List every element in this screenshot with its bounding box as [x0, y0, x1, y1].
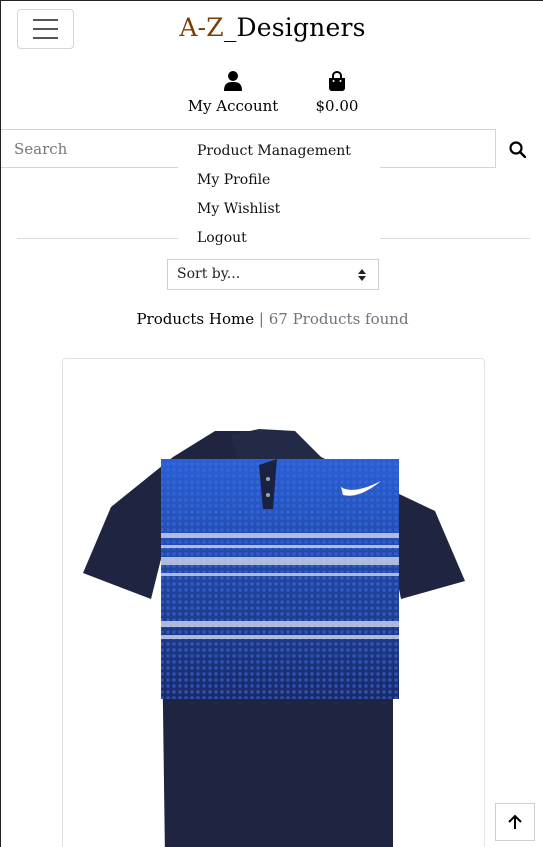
- product-card[interactable]: [62, 358, 485, 847]
- page: A-Z_Designers My Account $0.00 Product M…: [0, 0, 543, 847]
- search-icon: [508, 140, 526, 158]
- results-summary: Products Home | 67 Products found: [1, 310, 543, 328]
- brand-logo[interactable]: A-Z_Designers: [1, 13, 543, 42]
- shopping-bag-link[interactable]: $0.00: [313, 71, 361, 115]
- results-separator: |: [258, 310, 264, 328]
- my-account-label: My Account: [187, 97, 279, 115]
- back-to-top-button[interactable]: [495, 803, 535, 841]
- sort-select[interactable]: Sort by...: [167, 259, 379, 290]
- my-account-link[interactable]: My Account: [187, 71, 279, 115]
- brand-accent: A-Z: [179, 13, 224, 42]
- select-arrows-icon: [358, 269, 366, 281]
- account-dropdown-menu: Product Management My Profile My Wishlis…: [178, 131, 380, 255]
- bag-total: $0.00: [315, 97, 359, 115]
- search-button[interactable]: [505, 137, 529, 161]
- products-home-link[interactable]: Products Home: [136, 310, 254, 328]
- shopping-bag-icon: [329, 71, 345, 91]
- products-found-count: 67 Products found: [268, 310, 409, 328]
- sort-selected-value: Sort by...: [177, 266, 241, 282]
- menu-item-product-management[interactable]: Product Management: [197, 139, 380, 168]
- arrow-up-icon: [508, 814, 522, 829]
- menu-item-logout[interactable]: Logout: [197, 226, 380, 255]
- menu-item-my-wishlist[interactable]: My Wishlist: [197, 197, 380, 226]
- user-icon: [224, 71, 242, 91]
- polo-shirt-image[interactable]: [63, 359, 485, 847]
- brand-rest: _Designers: [223, 13, 366, 42]
- menu-item-my-profile[interactable]: My Profile: [197, 168, 380, 197]
